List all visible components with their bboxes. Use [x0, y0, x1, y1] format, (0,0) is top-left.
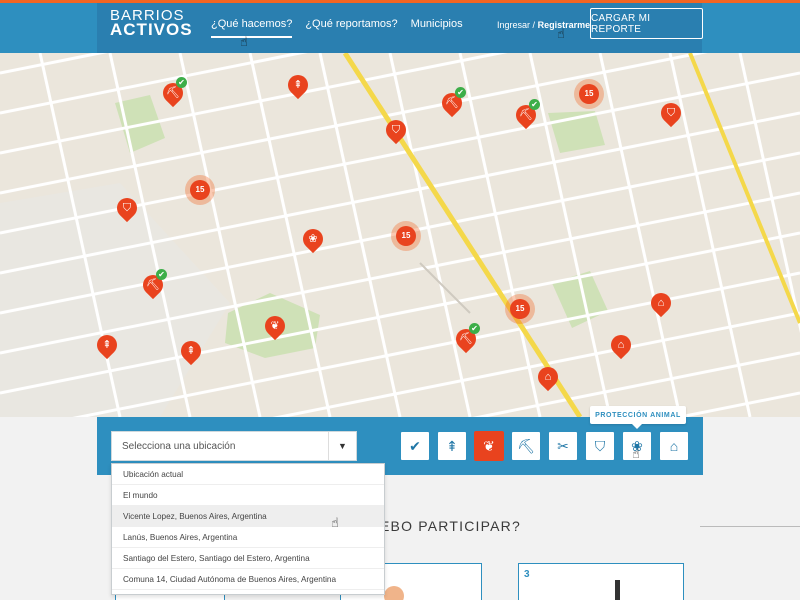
resolved-check-icon: ✔ [529, 99, 540, 110]
resolved-check-icon: ✔ [176, 77, 187, 88]
tools-icon: ✂ [557, 437, 569, 454]
auth-links: Ingresar / Registrarme [497, 20, 590, 30]
road-icon: ⇞ [293, 79, 303, 91]
hand-cursor-icon: ☝ [331, 515, 339, 530]
building-icon: ⌂ [657, 297, 665, 309]
resolved-check-icon: ✔ [469, 323, 480, 334]
shield-icon: ⛉ [391, 124, 401, 136]
cluster-count: 15 [190, 180, 210, 200]
construction-icon: ⛏ [519, 109, 533, 121]
category-filter-security[interactable]: ⛉ [585, 431, 615, 461]
resolved-check-icon: ✔ [156, 269, 167, 280]
auth-separator: / [532, 20, 536, 30]
brand-line-2: ACTIVOS [110, 20, 193, 39]
location-option[interactable]: Santiago del Estero, Santiago del Estero… [112, 548, 384, 569]
category-tooltip: PROTECCIÓN ANIMAL [590, 406, 686, 429]
shield-icon: ⛉ [594, 437, 606, 454]
resolved-check-icon: ✔ [455, 87, 466, 98]
category-filter-road[interactable]: ⇞ [437, 431, 467, 461]
construction-icon: ⛏ [517, 437, 535, 454]
category-filter-building[interactable]: ⌂ [659, 431, 689, 461]
hand-cursor-icon: ☝ [632, 446, 640, 461]
road-icon: ⇞ [102, 339, 112, 351]
nav-item-municipios[interactable]: Municipios [411, 18, 463, 38]
map-pin-construction[interactable]: ⛏ ✔ [451, 323, 481, 357]
road-icon: ⇞ [446, 437, 458, 454]
map-pin-building[interactable]: ⌂ [606, 330, 636, 363]
location-select-placeholder: Selecciona una ubicación [122, 441, 236, 452]
map-pin-building[interactable]: ⌂ [533, 362, 563, 395]
main-avenue [342, 53, 583, 417]
map-pin-construction[interactable]: ⛏ ✔ [511, 99, 541, 133]
leaf-icon: ❦ [483, 437, 495, 454]
megaphone-illustration-icon [615, 580, 620, 600]
map-pin-security[interactable]: ⛉ [656, 98, 686, 131]
map-pin-construction[interactable]: ⛏ ✔ [437, 87, 467, 121]
nav-item-que-hacemos[interactable]: ¿Qué hacemos? [211, 18, 293, 38]
step-card: 3 [518, 563, 684, 600]
location-option[interactable]: Ubicación actual [112, 464, 384, 485]
map-pin-security[interactable]: ⛉ [112, 193, 142, 226]
location-dropdown: Ubicación actual El mundo Vicente Lopez,… [111, 463, 385, 595]
hand-cursor-icon: ☝ [557, 26, 565, 41]
construction-icon: ⛏ [445, 97, 459, 109]
category-filter-construction[interactable]: ⛏ [511, 431, 541, 461]
location-option[interactable]: Comuna 14, Ciudad Autónoma de Buenos Air… [112, 569, 384, 590]
brand-logo[interactable]: BARRIOS ACTIVOS [110, 8, 193, 39]
main-nav: ¿Qué hacemos? ¿Qué reportamos? Municipio… [211, 18, 463, 38]
map-cluster[interactable]: 15 [574, 79, 604, 109]
map[interactable]: ⛏ ✔ ⇞ ⛉ ⛏ ✔ ⛏ ✔ ⛉ ⛉ ❀ ⛏ ✔ ⌂ ❦ ⛏ ✔ ⇞ ⇞ ⌂ ⌂ 15 … [0, 53, 800, 417]
map-pin-road[interactable]: ⇞ [92, 330, 122, 363]
check-icon: ✔ [409, 437, 421, 454]
hand-cursor-icon: ☝ [240, 34, 248, 49]
location-option[interactable]: El mundo [112, 485, 384, 506]
caret-down-icon[interactable]: ▼ [328, 432, 356, 460]
map-area [0, 183, 230, 417]
leaf-icon: ❦ [270, 320, 280, 332]
upload-report-button[interactable]: CARGAR MI REPORTE [590, 8, 703, 39]
building-icon: ⌂ [669, 438, 679, 454]
shield-icon: ⛉ [666, 107, 676, 119]
category-filter-check[interactable]: ✔ [400, 431, 430, 461]
construction-icon: ⛏ [166, 87, 180, 99]
construction-icon: ⛏ [146, 279, 160, 291]
location-option[interactable]: Vicente Lopez, Buenos Aires, Argentina [112, 506, 384, 527]
road-icon: ⇞ [186, 345, 196, 357]
paw-icon: ❀ [308, 233, 318, 245]
category-filter-tools[interactable]: ✂ [548, 431, 578, 461]
map-pin-construction[interactable]: ⛏ ✔ [158, 77, 188, 111]
cluster-count: 15 [579, 84, 599, 104]
cluster-count: 15 [510, 299, 530, 319]
map-pin-road[interactable]: ⇞ [283, 70, 313, 103]
map-pin-animal[interactable]: ❀ [298, 224, 328, 257]
map-pin-environment[interactable]: ❦ [260, 311, 290, 344]
title-divider [700, 526, 800, 527]
map-cluster[interactable]: 15 [391, 221, 421, 251]
map-pin-construction[interactable]: ⛏ ✔ [138, 269, 168, 303]
construction-icon: ⛏ [459, 333, 473, 345]
map-pin-security[interactable]: ⛉ [381, 115, 411, 148]
map-pin-building[interactable]: ⌂ [646, 288, 676, 321]
cluster-count: 15 [396, 226, 416, 246]
nav-item-que-reportamos[interactable]: ¿Qué reportamos? [305, 18, 397, 38]
map-cluster[interactable]: 15 [505, 294, 535, 324]
location-option[interactable]: Lanús, Buenos Aires, Argentina [112, 527, 384, 548]
map-cluster[interactable]: 15 [185, 175, 215, 205]
section-title: EBO PARTICIPAR? [380, 518, 521, 534]
map-pin-road[interactable]: ⇞ [176, 336, 206, 369]
login-link[interactable]: Ingresar [497, 20, 530, 30]
category-filter-environment[interactable]: ❦ [474, 431, 504, 461]
location-select[interactable]: Selecciona una ubicación ▼ [111, 431, 357, 461]
building-icon: ⌂ [544, 371, 552, 383]
building-icon: ⌂ [617, 339, 625, 351]
shield-icon: ⛉ [122, 202, 132, 214]
step-number: 3 [524, 569, 530, 580]
